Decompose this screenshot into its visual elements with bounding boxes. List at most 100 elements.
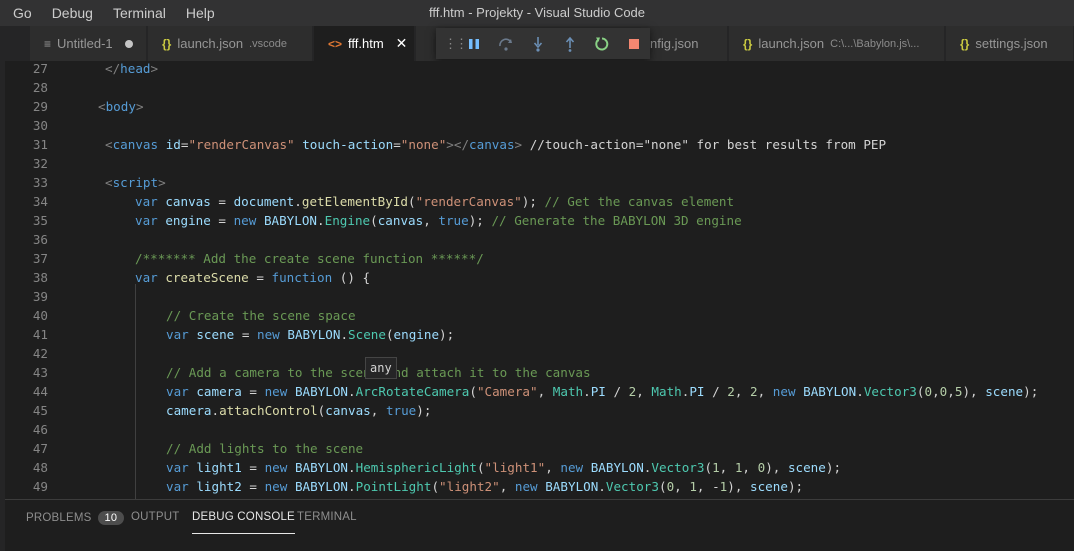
menu-debug[interactable]: Debug	[42, 0, 103, 26]
code-text: var camera = new BABYLON.ArcRotateCamera…	[166, 384, 1039, 399]
code-text: // Create the scene space	[166, 308, 356, 323]
tab-label: launch.json	[758, 36, 825, 51]
code-text: var canvas = document.getElementById("re…	[135, 194, 735, 209]
line-number: 49	[32, 479, 48, 494]
code-line[interactable]: 27 </head>	[5, 61, 1074, 78]
step-over-button[interactable]	[490, 28, 522, 59]
code-line[interactable]: 45 camera.attachControl(canvas, true);	[5, 401, 1074, 420]
html-icon: <>	[328, 36, 343, 51]
code-line[interactable]: 32	[5, 154, 1074, 173]
stop-icon	[629, 38, 639, 49]
menu-bar: Go Debug Terminal Help	[0, 0, 225, 26]
restart-icon	[595, 37, 609, 50]
code-line[interactable]: 43// Add a camera to the scene and attac…	[5, 363, 1074, 382]
line-number: 40	[32, 308, 48, 323]
tab-settings-json[interactable]: {} settings.json	[946, 26, 1074, 61]
tab-label: fff.htm	[348, 36, 384, 51]
file-icon: ≡	[44, 36, 52, 51]
line-number: 30	[32, 118, 48, 133]
code-line[interactable]: 48 var light1 = new BABYLON.HemisphericLi…	[5, 458, 1074, 477]
stop-button[interactable]	[618, 28, 650, 59]
tab-label: settings.json	[975, 36, 1048, 51]
step-out-icon	[565, 36, 575, 52]
code-text: var scene = new BABYLON.Scene(engine);	[166, 327, 455, 342]
code-line[interactable]: 36	[5, 230, 1074, 249]
line-number: 38	[32, 270, 48, 285]
line-number: 31	[32, 137, 48, 152]
line-number: 27	[32, 61, 48, 76]
panel-tab-label: TERMINAL	[297, 511, 357, 523]
menu-terminal[interactable]: Terminal	[103, 0, 176, 26]
panel-tab-debug-console[interactable]: DEBUG CONSOLE	[192, 511, 295, 534]
panel-tab-output[interactable]: OUTPUT	[131, 511, 179, 533]
json-icon: {}	[743, 36, 753, 51]
code-line[interactable]: 31 <canvas id="renderCanvas" touch-action…	[5, 135, 1074, 154]
code-line[interactable]: 41 var scene = new BABYLON.Scene(engine);	[5, 325, 1074, 344]
close-icon[interactable]: ✕	[396, 35, 408, 52]
code-line[interactable]: 42	[5, 344, 1074, 363]
code-line[interactable]: 47 // Add lights to the scene	[5, 439, 1074, 458]
code-line[interactable]: 37 /******* Add the create scene function…	[5, 249, 1074, 268]
code-line[interactable]: 34 var canvas = document.getElementById("…	[5, 192, 1074, 211]
step-over-icon	[499, 37, 512, 51]
line-number: 32	[32, 156, 48, 171]
code-text: <canvas id="renderCanvas" touch-action="…	[105, 137, 887, 152]
line-number: 39	[32, 289, 48, 304]
code-line[interactable]: 40 // Create the scene space	[5, 306, 1074, 325]
code-text: <script>	[105, 175, 166, 190]
code-line[interactable]: 35 var engine = new BABYLON.Engine(canvas…	[5, 211, 1074, 230]
panel-tab-label: PROBLEMS	[26, 512, 92, 524]
code-text: </head>	[105, 61, 159, 76]
tab-description: C:\...\Babylon.js\...	[830, 37, 920, 50]
tab-fff-htm[interactable]: <> fff.htm ✕	[314, 26, 415, 61]
menu-help[interactable]: Help	[176, 0, 225, 26]
line-number: 34	[32, 194, 48, 209]
panel-tab-problems[interactable]: PROBLEMS 10	[26, 511, 125, 533]
code-line[interactable]: 29 <body>	[5, 97, 1074, 116]
drag-handle-icon[interactable]: ⋮⋮	[444, 36, 468, 52]
line-number: 29	[32, 99, 48, 114]
restart-button[interactable]	[586, 28, 618, 59]
menu-go[interactable]: Go	[0, 0, 42, 26]
line-number: 35	[32, 213, 48, 228]
title-bar: Go Debug Terminal Help fff.htm - Projekt…	[0, 0, 1074, 26]
line-number: 37	[32, 251, 48, 266]
code-line[interactable]: 39	[5, 287, 1074, 306]
code-line[interactable]: 28	[5, 78, 1074, 97]
tab-launch-json-babylon[interactable]: {} launch.json C:\...\Babylon.js\...	[729, 26, 945, 61]
line-number: 43	[32, 365, 48, 380]
tab-launch-json-vscode[interactable]: {} launch.json .vscode	[148, 26, 313, 61]
line-number: 46	[32, 422, 48, 437]
json-icon: {}	[960, 36, 970, 51]
code-text: /******* Add the create scene function *…	[135, 251, 484, 266]
code-line[interactable]: 33 <script>	[5, 173, 1074, 192]
step-into-icon	[533, 36, 543, 52]
code-line[interactable]: 49 var light2 = new BABYLON.PointLight("l…	[5, 477, 1074, 496]
code-text: <body>	[98, 99, 144, 114]
code-text: // Add lights to the scene	[166, 441, 364, 456]
panel-tab-label: OUTPUT	[131, 511, 180, 523]
line-number: 45	[32, 403, 48, 418]
panel-tab-terminal[interactable]: TERMINAL	[297, 511, 357, 533]
type-hover-tooltip: any	[365, 357, 397, 379]
code-line[interactable]: 38 var createScene = function () {	[5, 268, 1074, 287]
json-icon: {}	[162, 36, 172, 51]
code-line[interactable]: 30	[5, 116, 1074, 135]
pause-button[interactable]	[458, 28, 490, 59]
code-text: var createScene = function () {	[135, 270, 371, 285]
tab-description: .vscode	[249, 37, 288, 50]
tab-label: nfig.json	[650, 36, 699, 51]
pause-icon	[469, 38, 479, 49]
code-line[interactable]: 44 var camera = new BABYLON.ArcRotateCame…	[5, 382, 1074, 401]
code-line[interactable]: 46	[5, 420, 1074, 439]
code-text: var light1 = new BABYLON.HemisphericLigh…	[166, 460, 842, 475]
bottom-panel: PROBLEMS 10 OUTPUT DEBUG CONSOLE TERMINAL	[5, 499, 1074, 551]
step-out-button[interactable]	[554, 28, 586, 59]
line-number: 48	[32, 460, 48, 475]
line-number: 47	[32, 441, 48, 456]
unsaved-dot-icon[interactable]	[124, 39, 133, 48]
tab-untitled-1[interactable]: ≡ Untitled-1	[30, 26, 147, 61]
step-into-button[interactable]	[522, 28, 554, 59]
code-text: var engine = new BABYLON.Engine(canvas, …	[135, 213, 742, 228]
code-editor[interactable]: any 27 </head> 28 29 <body> 30 31 <canvas id="r…	[5, 61, 1074, 499]
